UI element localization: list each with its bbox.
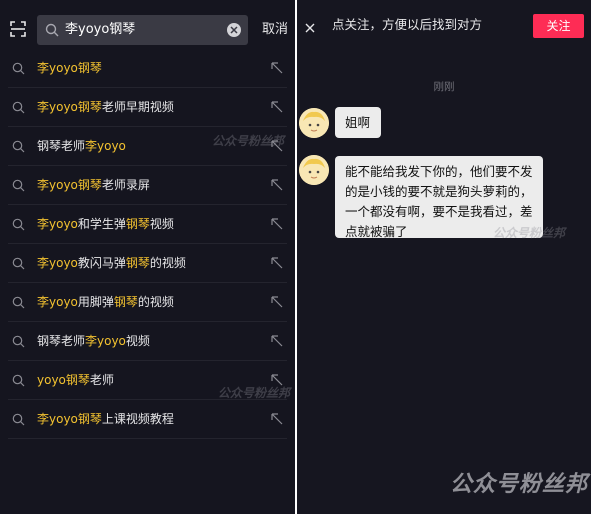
arrow-up-left-icon[interactable] [270, 178, 283, 191]
arrow-up-left-icon[interactable] [270, 139, 283, 152]
suggestion-text: 李yoyo教闪马弹钢琴的视频 [37, 255, 186, 271]
suggestion-segment: 用脚弹 [77, 295, 114, 309]
suggestion-highlight: 钢琴 [113, 295, 138, 309]
scan-icon[interactable] [10, 21, 26, 37]
search-suggestion-item[interactable]: 李yoyo教闪马弹钢琴的视频 [0, 244, 295, 283]
suggestion-text: 李yoyo和学生弹钢琴视频 [37, 216, 174, 232]
message-timestamp: 刚刚 [433, 81, 455, 93]
arrow-up-left-icon[interactable] [270, 373, 283, 386]
suggestion-list: 李yoyo钢琴 李yoyo钢琴老师早期视频 钢琴老师李yoyo 李yoyo钢琴老师录屏… [0, 49, 295, 439]
suggestion-text: 钢琴老师李yoyo视频 [37, 333, 150, 349]
search-suggestion-item[interactable]: 李yoyo钢琴上课视频教程 [0, 400, 295, 439]
follow-prompt-text: 点关注，方便以后找到对方 [332, 17, 483, 32]
suggestion-segment: 视频 [149, 217, 174, 231]
suggestion-text: 李yoyo用脚弹钢琴的视频 [37, 294, 174, 310]
suggestion-segment: 的视频 [149, 256, 186, 270]
app-screen: 取消 李yoyo钢琴李yoyo钢琴老师早期视频钢琴老师李yoyo李yoyo钢琴老… [0, 0, 591, 514]
arrow-up-left-icon[interactable] [270, 217, 283, 230]
avatar[interactable] [299, 155, 329, 185]
suggestion-text: 李yoyo钢琴老师录屏 [37, 177, 150, 193]
search-suggestion-item[interactable]: yoyo钢琴老师 [0, 361, 295, 400]
message-bubble: 姐啊 [335, 107, 381, 138]
suggestion-highlight: 李yoyo [85, 139, 126, 153]
search-icon [12, 296, 25, 309]
arrow-up-left-icon[interactable] [270, 412, 283, 425]
suggestion-highlight: yoyo钢琴 [37, 373, 90, 387]
suggestion-segment: 视频 [125, 334, 150, 348]
search-icon [12, 374, 25, 387]
arrow-up-left-icon[interactable] [270, 100, 283, 113]
search-icon [12, 140, 25, 153]
search-input[interactable] [65, 20, 220, 40]
search-suggestion-item[interactable]: 钢琴老师李yoyo视频 [0, 322, 295, 361]
follow-button[interactable]: 关注 [533, 14, 584, 38]
close-icon[interactable] [304, 19, 316, 33]
search-suggestion-item[interactable]: 钢琴老师李yoyo [0, 127, 295, 166]
search-suggestion-item[interactable]: 李yoyo和学生弹钢琴视频 [0, 205, 295, 244]
suggestion-highlight: 李yoyo [37, 256, 78, 270]
suggestion-segment: 老师早期视频 [101, 100, 174, 114]
cancel-button[interactable]: 取消 [262, 21, 288, 39]
follow-prompt-bar: 点关注，方便以后找到对方 关注 [297, 0, 591, 52]
suggestion-highlight: 李yoyo钢琴 [37, 178, 102, 192]
arrow-up-left-icon[interactable] [270, 61, 283, 74]
suggestion-text: yoyo钢琴老师 [37, 372, 114, 388]
suggestion-highlight: 李yoyo [37, 295, 78, 309]
search-icon [12, 413, 25, 426]
suggestion-text: 钢琴老师李yoyo [37, 138, 126, 154]
suggestion-segment: 钢琴老师 [37, 139, 86, 153]
suggestion-segment: 教闪马弹 [77, 256, 126, 270]
search-panel: 取消 李yoyo钢琴李yoyo钢琴老师早期视频钢琴老师李yoyo李yoyo钢琴老… [0, 0, 295, 514]
suggestion-segment: 老师录屏 [101, 178, 150, 192]
suggestion-text: 李yoyo钢琴 [37, 60, 102, 76]
search-suggestion-item[interactable]: 李yoyo用脚弹钢琴的视频 [0, 283, 295, 322]
suggestion-segment: 上课视频教程 [101, 412, 174, 426]
suggestion-highlight: 钢琴 [125, 217, 150, 231]
avatar[interactable] [299, 108, 329, 138]
message-text: 姐啊 [345, 115, 371, 130]
suggestion-segment: 钢琴老师 [37, 334, 86, 348]
message-text: 能不能给我发下你的，他们要不发的是小钱的要不就是狗头萝莉的，一个都没有啊，要不是… [345, 164, 533, 239]
search-icon [12, 218, 25, 231]
search-icon [12, 335, 25, 348]
suggestion-segment: 的视频 [137, 295, 174, 309]
chat-panel: 点关注，方便以后找到对方 关注 刚刚 姐啊 能不能给我发下你的，他们要不发的是小… [297, 0, 591, 514]
suggestion-highlight: 李yoyo [37, 217, 78, 231]
suggestion-highlight: 李yoyo钢琴 [37, 61, 102, 75]
suggestion-segment: 和学生弹 [77, 217, 126, 231]
arrow-up-left-icon[interactable] [270, 256, 283, 269]
search-icon [45, 23, 59, 37]
search-icon [12, 101, 25, 114]
suggestion-segment: 老师 [89, 373, 114, 387]
arrow-up-left-icon[interactable] [270, 295, 283, 308]
arrow-up-left-icon[interactable] [270, 334, 283, 347]
suggestion-text: 李yoyo钢琴老师早期视频 [37, 99, 174, 115]
suggestion-highlight: 李yoyo钢琴 [37, 100, 102, 114]
search-icon [12, 257, 25, 270]
search-box [37, 15, 248, 45]
clear-icon[interactable] [227, 23, 241, 37]
suggestion-highlight: 李yoyo [85, 334, 126, 348]
suggestion-highlight: 李yoyo钢琴 [37, 412, 102, 426]
suggestion-highlight: 钢琴 [125, 256, 150, 270]
search-suggestion-item[interactable]: 李yoyo钢琴老师早期视频 [0, 88, 295, 127]
search-suggestion-item[interactable]: 李yoyo钢琴老师录屏 [0, 166, 295, 205]
message-bubble: 能不能给我发下你的，他们要不发的是小钱的要不就是狗头萝莉的，一个都没有啊，要不是… [335, 156, 543, 239]
search-icon [12, 179, 25, 192]
search-suggestion-item[interactable]: 李yoyo钢琴 [0, 49, 295, 88]
suggestion-text: 李yoyo钢琴上课视频教程 [37, 411, 174, 427]
search-icon [12, 62, 25, 75]
